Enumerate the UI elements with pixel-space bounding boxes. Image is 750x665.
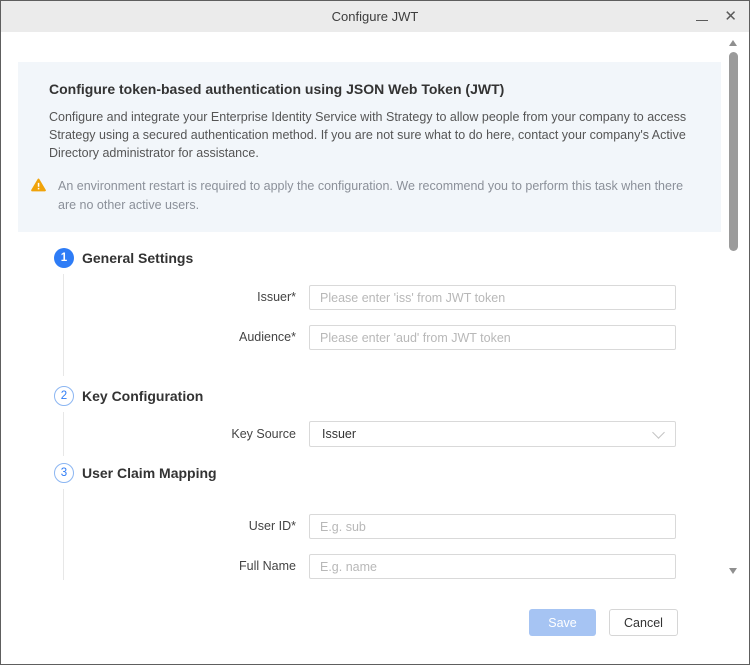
full-name-input[interactable] bbox=[309, 554, 676, 579]
step-1-indicator: 1 bbox=[54, 248, 74, 268]
scrollbar-thumb[interactable] bbox=[729, 52, 738, 251]
issuer-label: Issuer* bbox=[1, 285, 296, 310]
window-controls: ✕ bbox=[696, 1, 737, 32]
scroll-down-arrow-icon[interactable] bbox=[729, 568, 737, 574]
configure-jwt-dialog: Configure JWT ✕ Configure token-based au… bbox=[0, 0, 750, 665]
step-3-indicator: 3 bbox=[54, 463, 74, 483]
user-id-label: User ID* bbox=[1, 514, 296, 539]
section-title-user-claim-mapping: User Claim Mapping bbox=[82, 465, 217, 481]
chevron-down-icon bbox=[652, 426, 665, 439]
full-name-label: Full Name bbox=[1, 554, 296, 579]
key-source-select[interactable]: Issuer bbox=[309, 421, 676, 447]
dialog-content: Configure token-based authentication usi… bbox=[1, 32, 749, 581]
titlebar: Configure JWT ✕ bbox=[1, 1, 749, 32]
close-button[interactable]: ✕ bbox=[724, 1, 737, 32]
intro-heading: Configure token-based authentication usi… bbox=[49, 81, 691, 97]
cancel-button[interactable]: Cancel bbox=[609, 609, 678, 636]
audience-label: Audience* bbox=[1, 325, 296, 350]
restart-warning: An environment restart is required to ap… bbox=[31, 177, 691, 213]
footer-buttons: Save Cancel bbox=[529, 609, 678, 636]
dialog-footer: Save Cancel bbox=[1, 580, 749, 664]
scroll-up-arrow-icon[interactable] bbox=[729, 40, 737, 46]
save-button[interactable]: Save bbox=[529, 609, 596, 636]
key-source-label: Key Source bbox=[1, 421, 296, 447]
intro-description: Configure and integrate your Enterprise … bbox=[49, 108, 691, 162]
key-source-value: Issuer bbox=[322, 427, 654, 441]
intro-panel: Configure token-based authentication usi… bbox=[18, 62, 721, 232]
warning-triangle-icon bbox=[31, 178, 46, 197]
minimize-icon bbox=[696, 20, 708, 21]
window-title: Configure JWT bbox=[1, 1, 749, 32]
user-id-input[interactable] bbox=[309, 514, 676, 539]
section-title-general-settings: General Settings bbox=[82, 250, 193, 266]
warning-text: An environment restart is required to ap… bbox=[58, 177, 691, 213]
vertical-scrollbar[interactable] bbox=[726, 34, 741, 580]
step-2-indicator: 2 bbox=[54, 386, 74, 406]
issuer-input[interactable] bbox=[309, 285, 676, 310]
section-title-key-configuration: Key Configuration bbox=[82, 388, 203, 404]
audience-input[interactable] bbox=[309, 325, 676, 350]
minimize-button[interactable] bbox=[696, 10, 708, 24]
